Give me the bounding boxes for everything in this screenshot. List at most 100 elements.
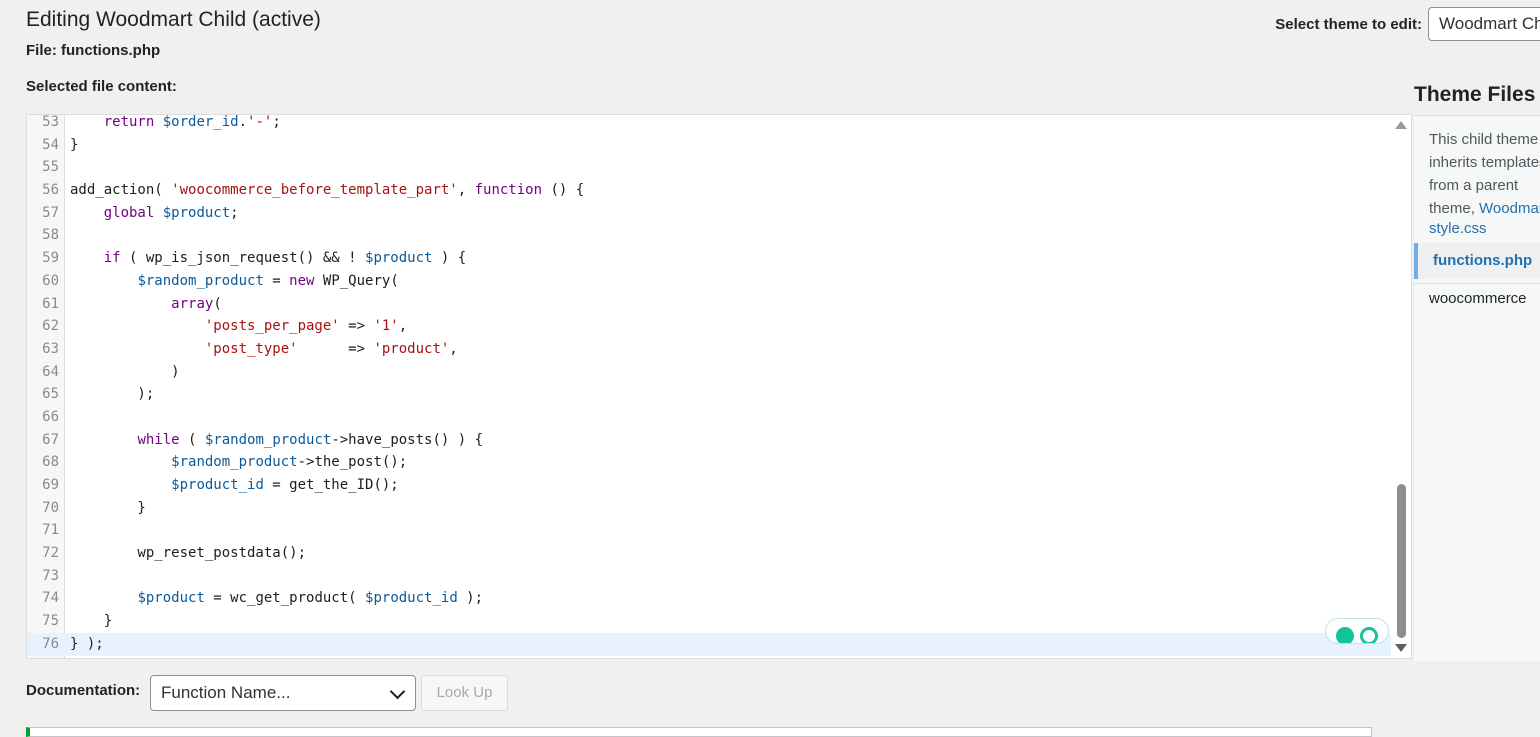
code-token: ; [230,204,239,221]
scroll-down-arrow-icon[interactable] [1395,644,1407,652]
code-line[interactable]: 71 [27,519,1391,542]
code-line[interactable]: 63 'post_type' => 'product', [27,338,1391,361]
code-token: if [103,250,121,267]
code-token: $product_id [171,477,264,493]
line-number: 73 [42,567,59,584]
code-line-text: ) [70,361,180,384]
theme-files-panel: This child theme inherits templates from… [1414,115,1540,661]
line-number: 71 [42,522,59,539]
code-token: 'product' [373,340,450,357]
code-line[interactable]: 57 global $product; [27,202,1391,225]
theme-files-heading: Theme Files [1414,83,1536,106]
code-line[interactable]: 55 [27,156,1391,179]
line-number: 72 [42,545,59,562]
grammarly-status-icon [1336,627,1354,643]
code-line-text: if ( wp_is_json_request() && ! $product … [70,247,466,270]
file-name-label: File: functions.php [26,42,161,59]
line-number: 62 [42,318,59,335]
look-up-button[interactable]: Look Up [421,675,508,711]
theme-select-dropdown[interactable]: Woodmart Child [1428,7,1540,41]
function-name-select[interactable]: Function Name... [150,675,416,711]
scrollbar-thumb[interactable] [1397,484,1406,638]
code-token: '1' [373,318,399,335]
code-line-text: } [70,497,145,520]
code-line[interactable]: 75 } [27,610,1391,633]
code-line[interactable]: 53 return $order_id.'-'; [27,114,1391,134]
code-token: ; [272,114,281,130]
code-line[interactable]: 54} [27,134,1391,157]
code-token: = get_the_ID(); [263,477,399,493]
code-line-text: } [70,610,112,633]
code-line[interactable]: 58 [27,224,1391,247]
file-list-divider [1414,283,1540,284]
code-line-text: } [70,134,78,157]
editor-scrollbar[interactable] [1391,115,1411,658]
code-line[interactable]: 76 } ); [27,632,1391,656]
line-number: 56 [42,182,59,199]
scroll-up-arrow-icon[interactable] [1395,121,1407,129]
code-token: new [289,272,315,289]
code-token: ( [179,431,205,448]
code-token: , [457,182,475,199]
code-line[interactable]: 68 $random_product->the_post(); [27,451,1391,474]
code-content[interactable]: 53 return $order_id.'-'; 54} 55 56 add_actio… [27,114,1391,656]
line-number: 57 [42,204,59,221]
function-name-select-value: Function Name... [161,683,291,702]
code-token: while [137,431,180,448]
grammarly-widget[interactable] [1325,618,1389,644]
code-token: 'posts_per_page' [204,318,340,335]
file-item-woocommerce-folder[interactable]: woocommerce [1429,290,1527,307]
code-line-text: 'posts_per_page' => '1', [70,315,407,338]
code-token: , [398,318,408,335]
code-editor[interactable]: 53 return $order_id.'-'; 54} 55 56 add_actio… [26,114,1412,659]
file-item-functions-php[interactable]: functions.php [1414,243,1540,279]
code-token: = wc_get_product( [204,590,366,607]
code-token: = [263,272,290,289]
code-line-text: array( [70,293,222,316]
line-number: 66 [42,408,59,425]
code-line[interactable]: 73 [27,565,1391,588]
parent-theme-link[interactable]: Woodmart. [1479,200,1540,217]
code-line[interactable]: 59 if ( wp_is_json_request() && ! $produ… [27,247,1391,270]
line-number: 54 [42,136,59,153]
code-token: , [449,340,458,357]
code-line[interactable]: 72 wp_reset_postdata(); [27,542,1391,565]
code-token: WP_Query( [314,272,399,289]
code-line[interactable]: 65 ); [27,383,1391,406]
code-line[interactable]: 64 ) [27,361,1391,384]
code-token: => [339,318,374,335]
code-token: global [103,204,155,221]
line-number: 76 [42,635,59,652]
documentation-label: Documentation: [26,682,141,699]
code-line[interactable]: 70 } [27,497,1391,520]
file-item-style-css[interactable]: style.css [1429,220,1487,237]
code-line[interactable]: 56 add_action( 'woocommerce_before_templa… [27,179,1391,202]
code-line[interactable]: 74 $product = wc_get_product( $product_i… [27,587,1391,610]
code-token: ->the_post(); [297,454,408,471]
status-notice [26,727,1372,737]
code-token: => [297,340,374,357]
code-line[interactable]: 67 while ( $random_product->have_posts()… [27,429,1391,452]
code-line-text: return $order_id.'-'; [70,114,281,134]
code-line[interactable]: 61 array( [27,293,1391,316]
code-token: } [70,613,113,630]
code-line[interactable]: 69 $product_id = get_the_ID(); [27,474,1391,497]
code-line[interactable]: 60 $random_product = new WP_Query( [27,270,1391,293]
line-number: 65 [42,386,59,403]
code-line-text: $product_id = get_the_ID(); [70,474,399,497]
code-token: ( wp_is_json_request() && ! [120,250,366,267]
code-line-text: } ); [70,633,104,656]
code-line-text: wp_reset_postdata(); [70,542,306,565]
code-token: . [238,114,248,130]
code-token: ) [70,363,180,380]
code-line[interactable]: 66 [27,406,1391,429]
code-token: $product [162,204,231,221]
code-line[interactable]: 62 'posts_per_page' => '1', [27,315,1391,338]
line-number: 53 [42,114,59,130]
line-number: 60 [42,272,59,289]
code-line-text: $random_product = new WP_Query( [70,270,399,293]
